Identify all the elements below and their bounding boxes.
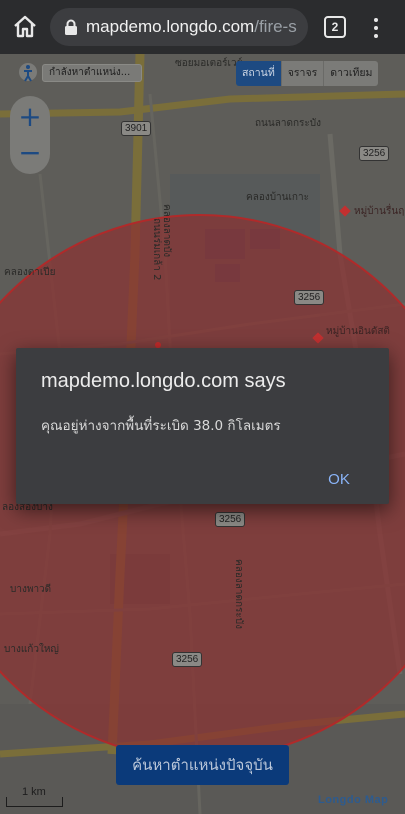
map-label-road: ถนนร่มเกล้า 2 — [151, 218, 162, 281]
zoom-in-button[interactable]: + — [10, 98, 50, 134]
url-path: /fire-s — [254, 17, 297, 36]
tab-traffic[interactable]: จราจร — [280, 61, 324, 86]
dialog-title: mapdemo.longdo.com says — [41, 370, 286, 392]
url-host: mapdemo.longdo.com — [86, 17, 255, 36]
lock-icon — [65, 19, 77, 35]
overflow-menu-icon[interactable] — [366, 15, 386, 41]
road-shield: 3901 — [121, 121, 152, 136]
layer-tabs: สถานที่ จราจร ดาวเทียม — [236, 61, 379, 86]
map-label-canal: คลองบ้านเกาะ — [246, 192, 309, 203]
dialog-message: คุณอยู่ห่างจากพื้นที่ระเบิด 38.0 กิโลเมต… — [41, 418, 281, 434]
road-shield: 3256 — [215, 512, 246, 527]
road-shield: 3256 — [172, 652, 203, 667]
address-bar[interactable]: mapdemo.longdo.com/fire-s — [50, 8, 308, 46]
map-label-canal: คลองตาเปีย — [4, 267, 56, 278]
brand-logo: Longdo Map — [318, 794, 389, 806]
map-label-area: บางแก้วใหญ่ — [4, 644, 59, 655]
browser-toolbar: mapdemo.longdo.com/fire-s 2 — [0, 0, 405, 54]
map-label-canal: คลองลาดกระบัง — [233, 559, 244, 629]
tab-switcher-button[interactable]: 2 — [324, 16, 346, 38]
location-search-input[interactable]: กำลังหาตำแหน่ง... — [42, 64, 142, 82]
zoom-out-button[interactable]: − — [10, 134, 50, 170]
scale-bar — [6, 797, 63, 807]
find-current-location-button[interactable]: ค้นหาตำแหน่งปัจจุบัน — [116, 745, 289, 785]
road-shield: 3256 — [294, 290, 325, 305]
street-view-icon[interactable] — [18, 62, 38, 84]
map-label-village: หมู่บ้านรื่นฤดี — [354, 206, 405, 217]
home-icon[interactable] — [10, 12, 40, 42]
alert-dialog: mapdemo.longdo.com says คุณอยู่ห่างจากพื… — [16, 348, 389, 504]
ok-button[interactable]: OK — [318, 466, 360, 492]
tab-satellite[interactable]: ดาวเทียม — [323, 61, 379, 86]
map-label-area: บางพาวดี — [10, 584, 52, 595]
road-shield: 3256 — [359, 146, 390, 161]
map-label-road: ถนนลาดกระบัง — [255, 118, 321, 129]
tab-places[interactable]: สถานที่ — [236, 61, 281, 86]
map-label-road: ซอยมอเตอร์เวย์ — [175, 58, 243, 69]
zoom-control: + − — [10, 96, 50, 174]
map-label-village: หมู่บ้านอินดัสติ — [326, 326, 390, 337]
